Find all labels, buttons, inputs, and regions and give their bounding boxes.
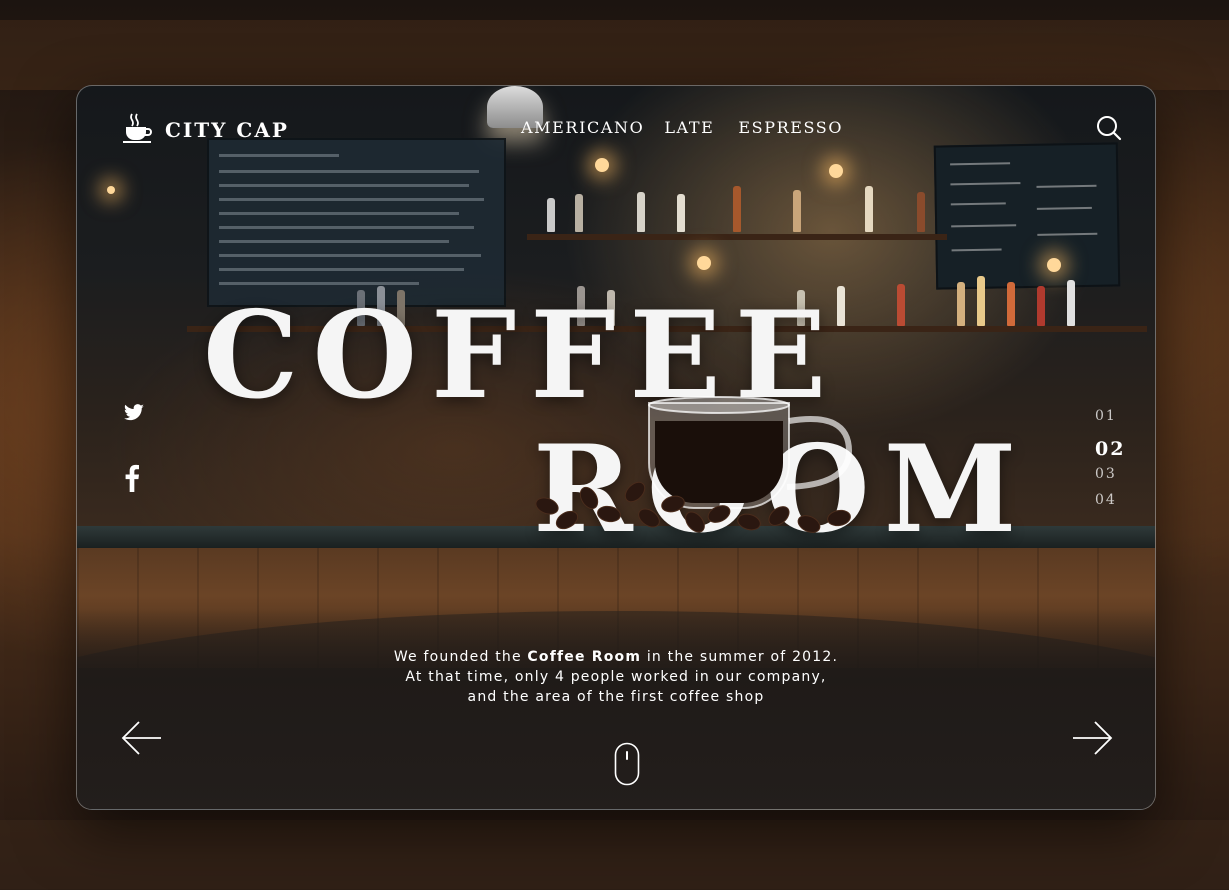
logo-text: CITY CAP	[165, 118, 289, 142]
facebook-icon[interactable]	[125, 464, 139, 496]
nav-late[interactable]: LATE	[664, 118, 714, 137]
pager-01[interactable]: 01	[1095, 408, 1117, 424]
mouse-scroll-icon[interactable]	[614, 742, 640, 790]
pager-04[interactable]: 04	[1095, 492, 1117, 508]
desc-text-2: in the summer of 2012.	[641, 649, 839, 665]
chalkboard-image	[933, 142, 1121, 290]
desc-text-1: We founded the	[393, 649, 528, 665]
desc-line-2: At that time, only 4 people worked in ou…	[405, 669, 827, 685]
coffee-cup-icon	[121, 112, 153, 148]
nav-espresso[interactable]: ESPRESSO	[738, 118, 843, 137]
menu-board-image	[207, 138, 506, 307]
twitter-icon[interactable]	[123, 404, 145, 426]
nav-americano[interactable]: AMERICANO	[521, 118, 644, 137]
pager-03[interactable]: 03	[1095, 466, 1117, 482]
logo[interactable]: CITY CAP	[121, 112, 289, 148]
arrow-left-icon[interactable]	[121, 720, 163, 760]
desc-line-3: and the area of the first coffee shop	[467, 689, 765, 705]
arrow-right-icon[interactable]	[1071, 720, 1113, 760]
hero-card: CITY CAP AMERICANO LATE ESPRESSO 01 02 0…	[76, 85, 1156, 810]
pager-02-active[interactable]: 02	[1095, 438, 1125, 460]
desc-bold: Coffee Room	[527, 649, 642, 665]
main-nav: AMERICANO LATE ESPRESSO	[521, 118, 863, 137]
search-icon[interactable]	[1095, 114, 1123, 146]
intro-description: We founded the Coffee Room in the summer…	[77, 647, 1155, 707]
